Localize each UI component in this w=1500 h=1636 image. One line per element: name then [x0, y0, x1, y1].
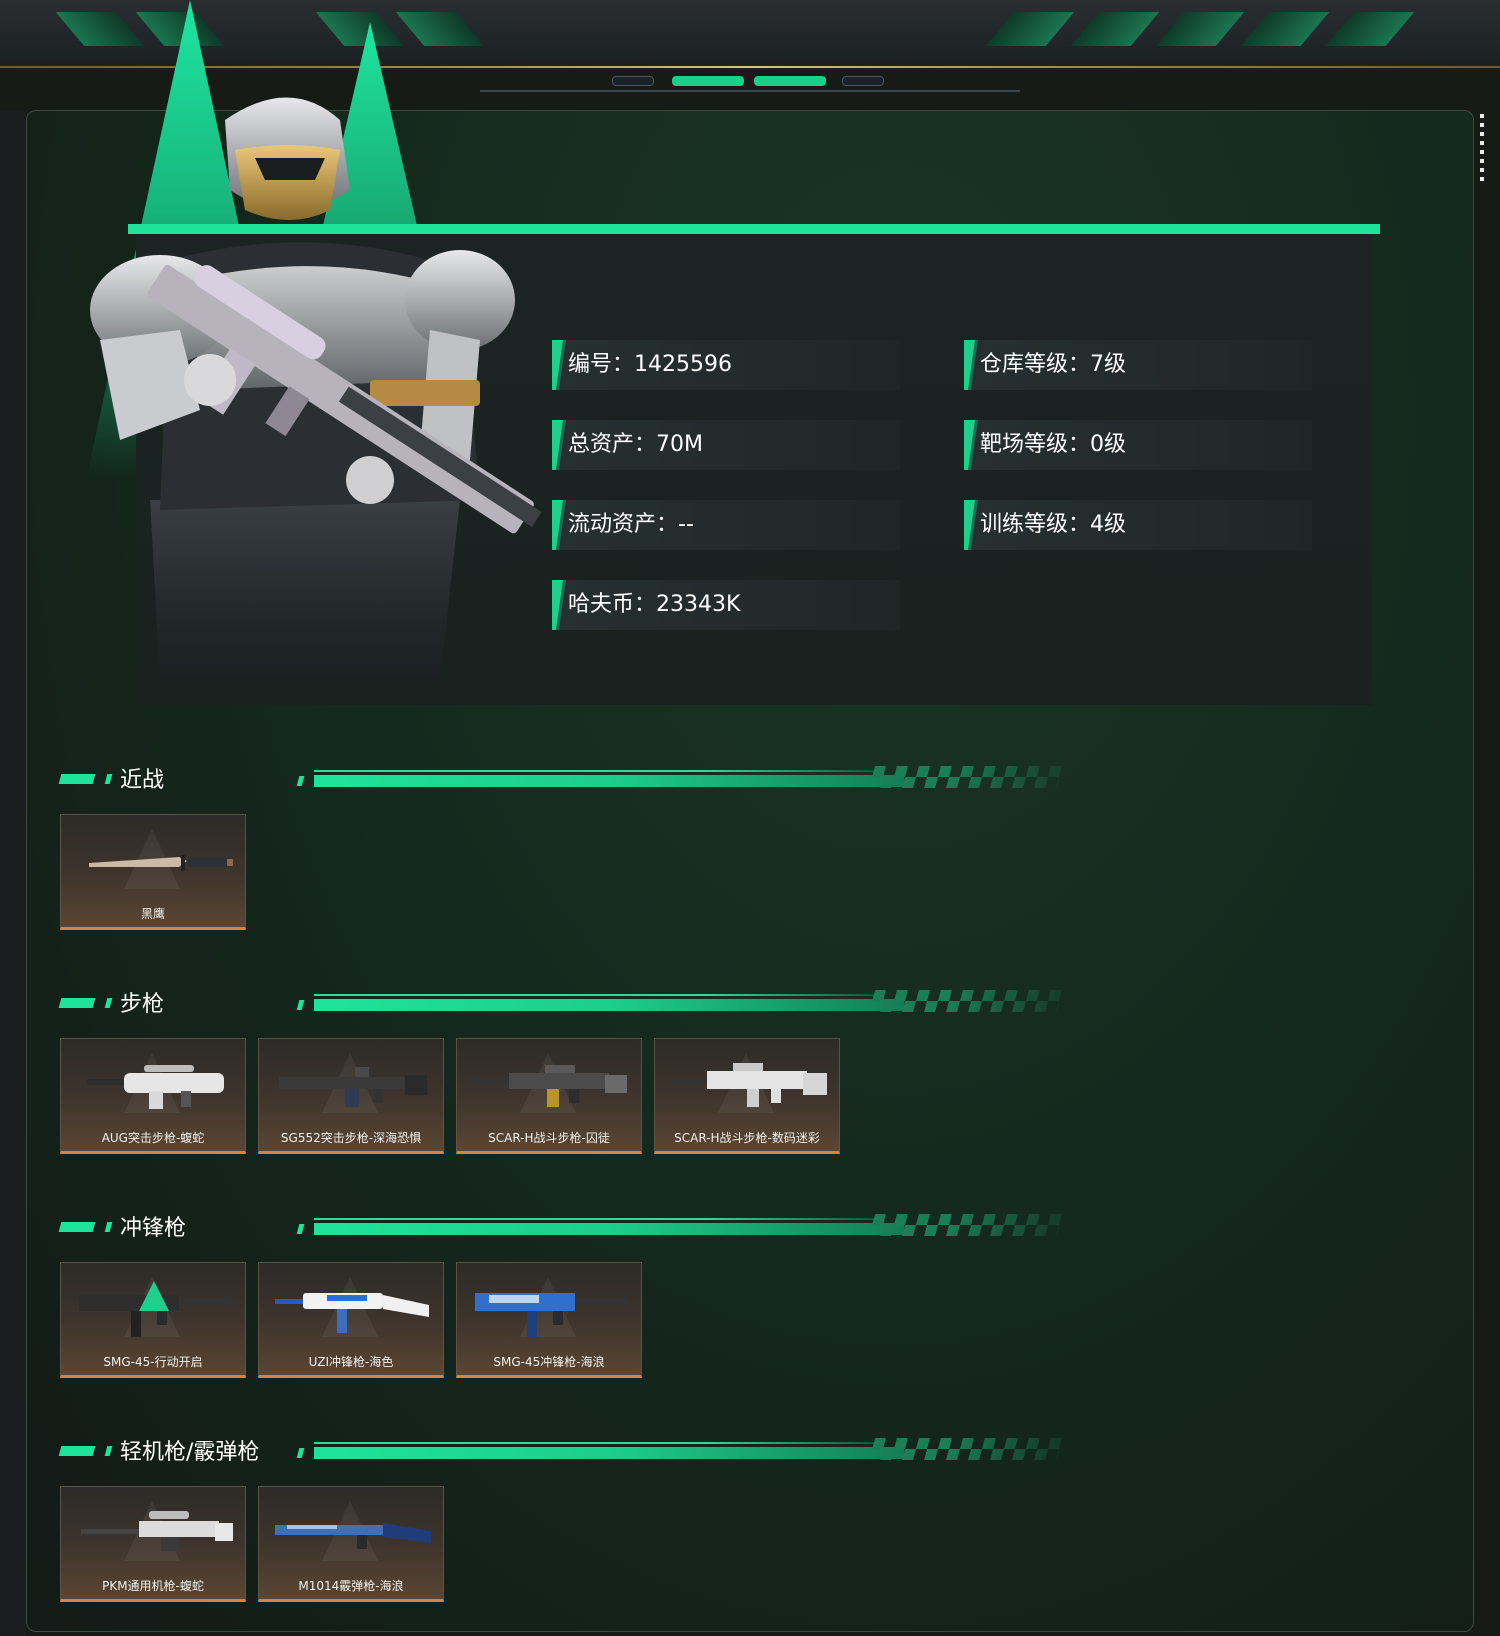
- weapon-card[interactable]: SCAR-H战斗步枪-数码迷彩: [654, 1038, 840, 1154]
- section-marker: [58, 774, 96, 784]
- section-line: [314, 1223, 904, 1235]
- weapon-name: SCAR-H战斗步枪-数码迷彩: [674, 1131, 820, 1145]
- section-line: [314, 775, 904, 787]
- weapon-name: PKM通用机枪-蝮蛇: [102, 1579, 204, 1593]
- section-header-smg: 冲锋枪: [58, 1208, 1063, 1248]
- rifle-icon: [473, 1065, 627, 1107]
- operator-portrait: [90, 97, 542, 680]
- rifle-icon: [671, 1063, 827, 1107]
- weapon-card[interactable]: 黑鹰: [60, 814, 246, 930]
- weapon-name: SCAR-H战斗步枪-囚徒: [488, 1131, 610, 1145]
- section-line: [314, 999, 904, 1011]
- weapon-card[interactable]: SCAR-H战斗步枪-囚徒: [456, 1038, 642, 1154]
- knife-icon: [89, 855, 233, 871]
- weapon-name: SMG-45冲锋枪-海浪: [493, 1355, 605, 1369]
- stat-player-id: 编号：1425596: [552, 340, 900, 390]
- section-marker: [104, 1222, 113, 1232]
- weapon-card[interactable]: SMG-45-行动开启: [60, 1262, 246, 1378]
- section-marker: [58, 998, 96, 1008]
- stat-total-assets: 总资产：70M: [552, 420, 900, 470]
- left-rail: [0, 110, 26, 1636]
- section-title: 近战: [120, 768, 165, 793]
- machine-gun-icon: [81, 1511, 233, 1551]
- stat-label: 训练等级：4级: [980, 512, 1126, 537]
- weapon-name: AUG突击步枪-蝮蛇: [101, 1131, 205, 1145]
- section-line-thin: [314, 770, 874, 772]
- section-marker: [104, 774, 113, 784]
- header-gold-trim: [0, 66, 1500, 68]
- weapon-name: M1014霰弹枪-海浪: [298, 1579, 404, 1593]
- section-title: 冲锋枪: [120, 1216, 187, 1241]
- header-pill: [842, 76, 884, 86]
- header-stripe: [985, 12, 1075, 46]
- section-header-rifle: 步枪: [58, 984, 1063, 1024]
- section-checker: [869, 766, 1063, 788]
- section-marker: [58, 1222, 96, 1232]
- section-marker: [104, 998, 113, 1008]
- stat-range-level: 靶场等级：0级: [964, 420, 1312, 470]
- section-marker: [104, 1446, 113, 1456]
- stat-training-level: 训练等级：4级: [964, 500, 1312, 550]
- header-stripe: [395, 12, 485, 46]
- weapon-card[interactable]: UZI冲锋枪-海色: [258, 1262, 444, 1378]
- stat-warehouse-level: 仓库等级：7级: [964, 340, 1312, 390]
- section-marker: [296, 1224, 305, 1234]
- stat-label: 仓库等级：7级: [980, 352, 1126, 377]
- header-stripe: [1070, 12, 1160, 46]
- section-checker: [869, 1214, 1063, 1236]
- smg-icon: [475, 1293, 627, 1337]
- shotgun-icon: [275, 1523, 431, 1549]
- header-pill-active: [754, 76, 826, 86]
- section-line-thin: [314, 994, 874, 996]
- stat-liquid-assets: 流动资产：--: [552, 500, 900, 550]
- weapon-name: SG552突击步枪-深海恐惧: [280, 1131, 422, 1145]
- stat-haf-coin: 哈夫币：23343K: [552, 580, 900, 630]
- stat-label: 靶场等级：0级: [980, 432, 1126, 457]
- stat-label: 哈夫币：23343K: [568, 592, 741, 617]
- weapon-card[interactable]: SMG-45冲锋枪-海浪: [456, 1262, 642, 1378]
- weapon-card[interactable]: AUG突击步枪-蝮蛇: [60, 1038, 246, 1154]
- section-marker: [58, 1446, 96, 1456]
- weapon-name: UZI冲锋枪-海色: [308, 1355, 394, 1369]
- section-line: [314, 1447, 904, 1459]
- weapon-card[interactable]: PKM通用机枪-蝮蛇: [60, 1486, 246, 1602]
- smg-icon: [79, 1281, 231, 1337]
- weapon-card[interactable]: M1014霰弹枪-海浪: [258, 1486, 444, 1602]
- section-header-melee: 近战: [58, 760, 1063, 800]
- stat-label: 总资产：70M: [568, 432, 703, 457]
- header-stripe: [315, 12, 405, 46]
- section-header-lmg-shotgun: 轻机枪/霰弹枪: [58, 1432, 1063, 1472]
- section-line-thin: [314, 1218, 874, 1220]
- smg-icon: [275, 1293, 429, 1333]
- section-checker: [869, 1438, 1063, 1460]
- section-line-thin: [314, 1442, 874, 1444]
- rifle-icon: [279, 1067, 427, 1107]
- weapon-card[interactable]: SG552突击步枪-深海恐惧: [258, 1038, 444, 1154]
- section-title: 轻机枪/霰弹枪: [120, 1440, 260, 1465]
- header-stripe: [55, 12, 145, 46]
- section-marker: [296, 1000, 305, 1010]
- header-pill-active: [672, 76, 744, 86]
- weapon-name: SMG-45-行动开启: [103, 1355, 203, 1369]
- header-pill: [612, 76, 654, 86]
- section-marker: [296, 1448, 305, 1458]
- rifle-icon: [87, 1065, 224, 1109]
- scroll-indicator-dots[interactable]: [1480, 114, 1484, 184]
- stat-label: 编号：1425596: [568, 352, 732, 377]
- header-stripe: [1325, 12, 1415, 46]
- weapon-name: 黑鹰: [140, 907, 165, 921]
- header-stripe: [1240, 12, 1330, 46]
- header-stripe: [1155, 12, 1245, 46]
- section-title: 步枪: [120, 992, 165, 1017]
- header-stripe: [135, 12, 225, 46]
- section-checker: [869, 990, 1063, 1012]
- section-marker: [296, 776, 305, 786]
- top-header-bar: [0, 0, 1500, 70]
- stat-label: 流动资产：--: [568, 512, 694, 537]
